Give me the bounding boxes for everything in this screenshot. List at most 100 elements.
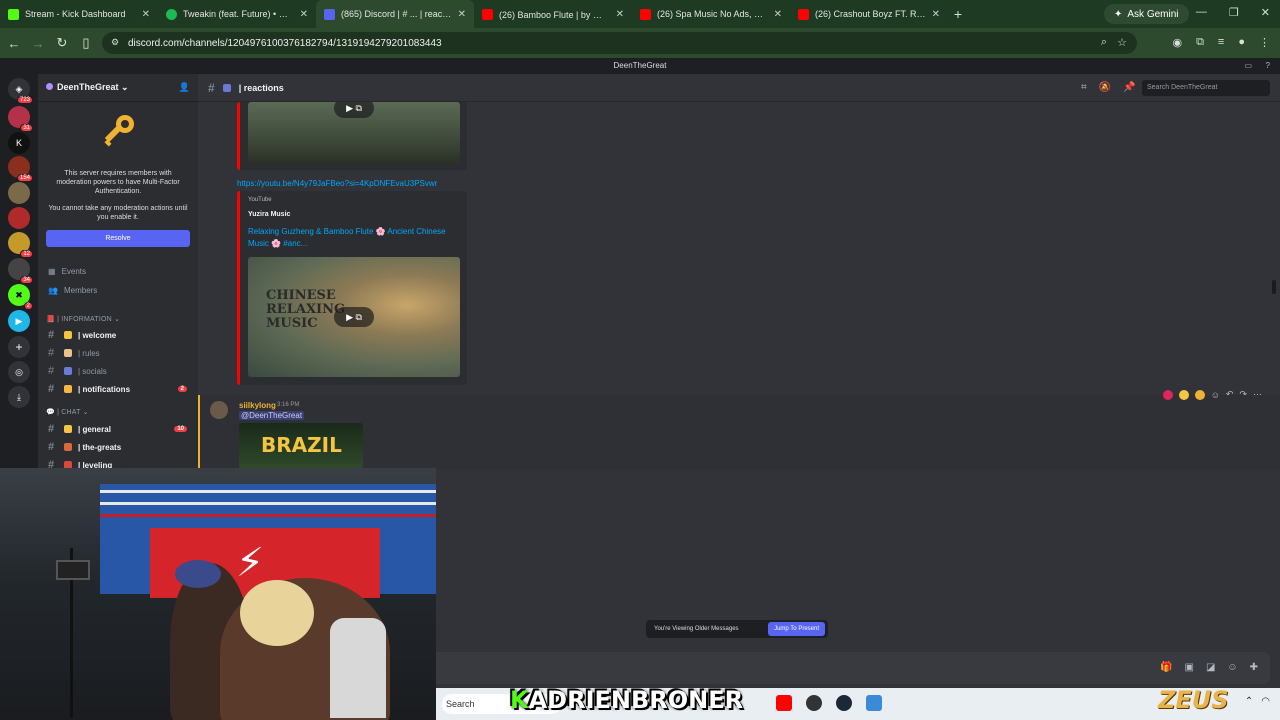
tab-close-icon[interactable]: ✕ bbox=[458, 9, 466, 20]
forward-icon[interactable]: ↷ bbox=[1239, 389, 1247, 400]
zoom-icon[interactable]: ⌕ bbox=[1101, 36, 1107, 49]
tab-close-icon[interactable]: ✕ bbox=[932, 9, 940, 20]
tab-close-icon[interactable]: ✕ bbox=[774, 9, 782, 20]
discord-title: DeenTheGreat bbox=[613, 61, 667, 70]
pin-icon[interactable]: 📌 bbox=[1123, 82, 1135, 93]
forward-icon[interactable]: → bbox=[26, 36, 50, 51]
heart-reaction-icon[interactable] bbox=[1162, 389, 1173, 400]
puzzle-icon[interactable]: ⧉ bbox=[1196, 36, 1204, 49]
server-header[interactable]: DeenTheGreat ⌄ 👤 bbox=[38, 74, 198, 102]
webcam-overlay: ⚡ bbox=[0, 468, 436, 720]
tab-close-icon[interactable]: ✕ bbox=[142, 9, 150, 20]
tab-label: (26) Crashout Boyz FT. Ralfy- 19... bbox=[815, 9, 926, 19]
tab-spotify[interactable]: Tweakin (feat. Future) • Doe Bo... ✕ bbox=[158, 0, 316, 28]
profile-icon[interactable]: ● bbox=[1238, 36, 1245, 49]
user-mention[interactable]: @DeenTheGreat bbox=[239, 411, 305, 420]
close-window-icon[interactable]: ✕ bbox=[1261, 6, 1270, 19]
app-icon[interactable] bbox=[866, 695, 882, 711]
ask-gemini-button[interactable]: ✦ Ask Gemini bbox=[1104, 4, 1189, 24]
channel-rules[interactable]: # | rules bbox=[48, 345, 193, 361]
tab-youtube-bamboo[interactable]: (26) Bamboo Flute | by 陳悅 - Y... ✕ bbox=[474, 0, 632, 28]
video-thumbnail[interactable]: ▶ ⧉ bbox=[248, 102, 460, 164]
emoji-icon[interactable]: ☺ bbox=[1227, 662, 1237, 673]
site-info-icon[interactable]: ⚙ bbox=[111, 37, 119, 48]
menu-kebab-icon[interactable]: ⋮ bbox=[1259, 36, 1270, 49]
sidebar-item-members[interactable]: 👥 Members bbox=[48, 282, 193, 298]
hash-icon: # bbox=[208, 80, 215, 95]
server-icon[interactable]: ▶ bbox=[8, 310, 30, 332]
server-icon[interactable]: K bbox=[8, 132, 30, 154]
scroll-emoji-icon bbox=[64, 349, 72, 357]
reload-icon[interactable]: ↻ bbox=[50, 35, 74, 51]
bookmark-star-icon[interactable]: ☆ bbox=[1117, 36, 1127, 49]
server-icon[interactable]: 154 bbox=[8, 156, 33, 182]
resolve-button[interactable]: Resolve bbox=[46, 230, 190, 247]
tab-close-icon[interactable]: ✕ bbox=[300, 9, 308, 20]
minimize-icon[interactable]: — bbox=[1196, 6, 1207, 19]
add-server-icon[interactable]: + bbox=[8, 336, 30, 358]
socials-emoji-icon bbox=[64, 367, 72, 375]
channel-welcome[interactable]: # | welcome bbox=[48, 327, 193, 343]
server-icon[interactable]: 31 bbox=[8, 106, 33, 132]
tab-discord[interactable]: (865) Discord | # ... | reactions ✕ bbox=[316, 0, 474, 28]
steam-app-icon[interactable] bbox=[836, 695, 852, 711]
category-chat[interactable]: 💬 | CHAT ⌄ bbox=[46, 408, 89, 416]
tab-youtube-spa[interactable]: (26) Spa Music No Ads, Relax M... ✕ bbox=[632, 0, 790, 28]
jump-to-present-button[interactable]: Jump To Present bbox=[768, 622, 825, 636]
sticker-icon[interactable]: ◪ bbox=[1206, 662, 1215, 673]
avatar[interactable] bbox=[210, 401, 228, 419]
more-icon[interactable]: ⋯ bbox=[1253, 389, 1262, 400]
mute-bell-icon[interactable]: 🔕 bbox=[1099, 82, 1111, 93]
discover-icon[interactable]: ◎ bbox=[8, 361, 30, 383]
rofl-reaction-icon[interactable] bbox=[1194, 389, 1205, 400]
new-tab-button[interactable]: + bbox=[948, 6, 968, 22]
back-icon[interactable]: ← bbox=[2, 36, 26, 51]
embed-author[interactable]: Yuzira Music bbox=[248, 211, 290, 218]
attached-image[interactable]: BRAZIL bbox=[239, 423, 363, 469]
media-icon[interactable]: ≡ bbox=[1218, 36, 1224, 49]
message-username[interactable]: siilkylong bbox=[239, 401, 276, 410]
tab-youtube-crashout[interactable]: (26) Crashout Boyz FT. Ralfy- 19... ✕ bbox=[790, 0, 948, 28]
video-thumbnail[interactable]: CHINESE RELAXING MUSIC ▶ ⧉ bbox=[248, 257, 460, 377]
threads-icon[interactable]: ⌗ bbox=[1081, 82, 1087, 93]
channel-socials[interactable]: # | socials bbox=[48, 363, 193, 379]
search-input[interactable]: Search DeenTheGreat bbox=[1142, 80, 1270, 96]
add-reaction-icon[interactable]: ☺ bbox=[1211, 390, 1220, 400]
obs-app-icon[interactable] bbox=[806, 695, 822, 711]
apps-icon[interactable]: ✚ bbox=[1250, 662, 1258, 673]
message-row[interactable]: siilkylong 3:16 PM @DeenTheGreat BRAZIL … bbox=[198, 389, 1280, 470]
channel-general[interactable]: # | general 10 bbox=[48, 421, 193, 437]
server-icon[interactable] bbox=[8, 207, 30, 229]
download-icon[interactable]: ⤓ bbox=[8, 386, 30, 408]
invite-people-icon[interactable]: 👤 bbox=[179, 82, 190, 93]
tab-kick-dashboard[interactable]: Stream - Kick Dashboard ✕ bbox=[0, 0, 158, 28]
category-information[interactable]: 📕 | INFORMATION ⌄ bbox=[46, 315, 120, 323]
chevron-up-icon[interactable]: ⌃ bbox=[1245, 696, 1253, 707]
tab-close-icon[interactable]: ✕ bbox=[616, 9, 624, 20]
help-icon[interactable]: ? bbox=[1266, 58, 1270, 74]
sidepanel-icon[interactable]: ▯ bbox=[74, 35, 98, 51]
youtube-app-icon[interactable] bbox=[776, 695, 792, 711]
server-icon[interactable]: 34 bbox=[8, 258, 33, 284]
extension-icon[interactable]: ◉ bbox=[1172, 36, 1182, 49]
scrollbar-thumb[interactable] bbox=[1272, 280, 1276, 294]
url-field[interactable]: ⚙ discord.com/channels/12049761003761827… bbox=[102, 32, 1137, 54]
channel-the-greats[interactable]: # | the-greats bbox=[48, 439, 193, 455]
message-link[interactable]: https://youtu.be/N4y79JaFBeo?si=4KpDNFEv… bbox=[237, 179, 437, 188]
server-icon[interactable]: ✖ 2 bbox=[8, 284, 33, 310]
play-icon[interactable]: ▶ ⧉ bbox=[334, 307, 374, 327]
play-icon[interactable]: ▶ ⧉ bbox=[334, 102, 374, 118]
network-icon[interactable]: ◠ bbox=[1261, 696, 1270, 707]
laugh-reaction-icon[interactable] bbox=[1178, 389, 1189, 400]
maximize-icon[interactable]: ❐ bbox=[1229, 6, 1239, 19]
inbox-icon[interactable]: ▭ bbox=[1244, 58, 1252, 74]
channel-notifications[interactable]: # | notifications 2 bbox=[48, 381, 193, 397]
sidebar-item-events[interactable]: ▦ Events bbox=[48, 263, 193, 279]
reply-icon[interactable]: ↶ bbox=[1226, 389, 1234, 400]
home-button[interactable]: ◈ 723 bbox=[8, 78, 33, 104]
server-icon[interactable]: 12 bbox=[8, 232, 33, 258]
server-icon[interactable] bbox=[8, 182, 30, 204]
gif-icon[interactable]: ▣ bbox=[1184, 662, 1193, 673]
embed-title[interactable]: Relaxing Guzheng & Bamboo Flute 🌸 Ancien… bbox=[248, 226, 458, 250]
gift-icon[interactable]: 🎁 bbox=[1160, 662, 1172, 673]
